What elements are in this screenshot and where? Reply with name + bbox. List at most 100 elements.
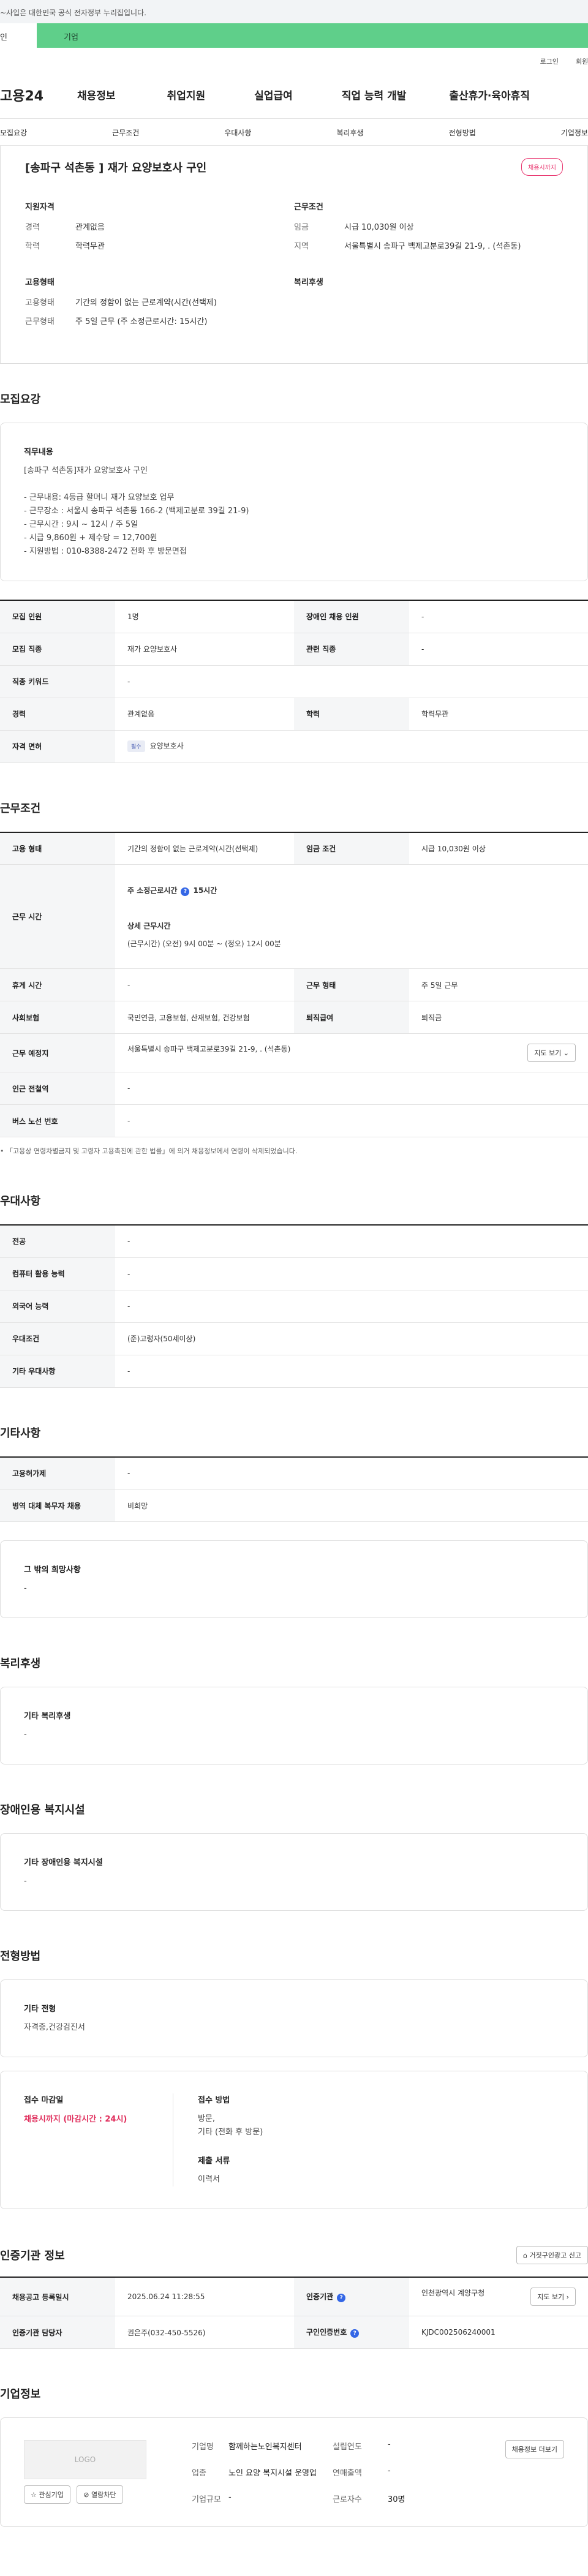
user-type-tabs: 인 기업 — [0, 23, 588, 48]
company-key: 연매출액 — [333, 2469, 362, 2478]
company-key: 기업규모 — [192, 2495, 221, 2504]
required-tag: 필수 — [127, 740, 145, 752]
table-value: (준)고령자(50세이상) — [115, 1322, 588, 1355]
cert-header: 인증기관 정보 ⌂ 거짓구인광고 신고 — [0, 2209, 588, 2277]
table-row: 고용허가제 - — [0, 1456, 588, 1489]
table-row: 고용 형태 기간의 정함이 없는 근로계약(시간(선택제) 임금 조건 시급 10,0… — [0, 832, 588, 865]
deadline-value: 채용시까지 (마감시간 : 24시) — [24, 2115, 127, 2124]
deadline-heading: 접수 마감일 — [24, 2096, 64, 2105]
detail-hours-heading: 상세 근무시간 — [127, 921, 171, 930]
table-value: 권은주(032-450-5526) — [115, 2316, 294, 2349]
table-key: 인증기관 담당자 — [0, 2316, 115, 2349]
company-key: 근로자수 — [333, 2495, 362, 2504]
favorite-company-button[interactable]: ☆ 관심기업 — [24, 2485, 70, 2504]
subnav-screening[interactable]: 전형방법 — [449, 127, 476, 145]
table-value: 학력무관 — [409, 698, 588, 731]
company-key: 설립연도 — [333, 2442, 362, 2452]
card-heading: 직무내용 — [24, 448, 53, 457]
menu-employment-support[interactable]: 취업지원 — [167, 87, 206, 102]
table-key: 컴퓨터 활용 능력 — [0, 1257, 115, 1290]
agency-map-button[interactable]: 지도 보기 › — [530, 2288, 576, 2306]
table-key: 장애인 채용 인원 — [294, 600, 409, 633]
docs-value: 이력서 — [198, 2175, 220, 2184]
license-value: 요양보호사 — [149, 742, 184, 750]
work-place-value: 서울특별시 송파구 백제고분로39길 21-9, . (석촌동) — [127, 1045, 291, 1053]
card-heading: 그 밖의 희망사항 — [24, 1565, 81, 1575]
table-value: 관계없음 — [115, 698, 294, 731]
other-wishes-card: 그 밖의 희망사항 - — [0, 1540, 588, 1618]
subnav-benefit[interactable]: 복리후생 — [336, 127, 363, 145]
weekly-hours-value: 15시간 — [193, 886, 217, 895]
table-value: - — [115, 665, 588, 698]
table-value: 비희망 — [115, 1489, 588, 1522]
section-title-etc: 기타사항 — [0, 1426, 41, 1440]
table-value: 퇴직금 — [409, 1001, 588, 1034]
info-icon[interactable]: ? — [337, 2294, 346, 2302]
subnav-recruit[interactable]: 모집요강 — [0, 127, 27, 145]
menu-parental-leave[interactable]: 출산휴가·육아휴직 — [449, 87, 530, 102]
table-key: 전공 — [0, 1225, 115, 1258]
table-value: - — [115, 1355, 588, 1388]
table-value: - — [115, 1456, 588, 1489]
job-title: [송파구 석촌동 ] 재가 요양보호사 구인 — [25, 161, 207, 175]
summary-heading: 고용형태 — [25, 278, 55, 287]
login-link[interactable]: 로그인 — [540, 56, 559, 71]
company-card: LOGO ☆ 관심기업 ⊘ 열람차단 기업명 함께하는노인복지센터 설립연도 - 업… — [0, 2417, 588, 2527]
table-row: 휴게 시간 - 근무 형태 주 5일 근무 — [0, 968, 588, 1001]
menu-jobs[interactable]: 채용정보 — [77, 87, 116, 102]
menu-training[interactable]: 직업 능력 개발 — [342, 87, 407, 102]
table-key: 모집 인원 — [0, 600, 115, 633]
method-heading: 접수 방법 — [198, 2096, 230, 2105]
table-row: 컴퓨터 활용 능력 - — [0, 1257, 588, 1290]
company-value: - — [388, 2440, 391, 2449]
table-value: - — [115, 1104, 588, 1137]
tab-personal[interactable]: 인 — [0, 23, 37, 48]
subnav-company[interactable]: 기업정보 — [561, 127, 588, 145]
table-value: - — [409, 600, 588, 633]
signup-link[interactable]: 회원 — [576, 56, 588, 71]
table-key: 근무 시간 — [0, 864, 115, 969]
info-icon[interactable]: ? — [350, 2329, 360, 2338]
company-key: 기업명 — [192, 2442, 214, 2452]
agency-name: 인천광역시 계양구청 — [421, 2289, 485, 2297]
company-value: - — [388, 2466, 391, 2476]
application-card: 접수 마감일 채용시까지 (마감시간 : 24시) 접수 방법 방문, 기타 (… — [0, 2071, 588, 2209]
card-body: - — [24, 1584, 27, 1593]
pref-table: 전공 - 컴퓨터 활용 능력 - 외국어 능력 - 우대조건 (준)고령자(50세이상)… — [0, 1224, 588, 1388]
table-value: 필수 요양보호사 — [115, 730, 588, 763]
site-logo[interactable]: 고용24 — [0, 85, 77, 105]
card-body: - — [24, 1730, 27, 1739]
table-value: KJDC002506240001 — [409, 2316, 588, 2349]
card-heading: 기타 복리후생 — [24, 1712, 71, 1721]
table-row: 기타 우대사항 - — [0, 1355, 588, 1388]
summary-value: 학력무관 — [75, 242, 105, 251]
summary-heading: 복리후생 — [294, 278, 323, 287]
summary-value: 주 5일 근무 (주 소정근로시간: 15시간) — [75, 317, 208, 326]
job-description-card: 직무내용 [송파구 석촌동]재가 요양보호사 구인 - 근무내용: 4등급 할머… — [0, 423, 588, 581]
deadline-badge: 채용시까지 — [521, 158, 563, 176]
section-subnav: 모집요강 근무조건 우대사항 복리후생 전형방법 기업정보 — [0, 119, 588, 146]
table-row: 모집 인원 1명 장애인 채용 인원 - — [0, 600, 588, 633]
subnav-pref[interactable]: 우대사항 — [224, 127, 251, 145]
table-value: - — [115, 1257, 588, 1290]
table-row: 병역 대체 복무자 채용 비희망 — [0, 1489, 588, 1522]
map-view-button[interactable]: 지도 보기 ⌄ — [527, 1044, 576, 1062]
block-company-button[interactable]: ⊘ 열람차단 — [77, 2485, 123, 2504]
info-icon[interactable]: ? — [181, 887, 190, 896]
report-fake-ad-button[interactable]: ⌂ 거짓구인광고 신고 — [516, 2246, 588, 2264]
table-row: 모집 직종 재가 요양보호사 관련 직종 - — [0, 633, 588, 666]
subnav-work[interactable]: 근무조건 — [112, 127, 139, 145]
company-value: 노인 요양 복지시설 운영업 — [228, 2469, 317, 2478]
table-key: 사회보험 — [0, 1001, 115, 1034]
table-row: 자격 면허 필수 요양보호사 — [0, 730, 588, 763]
company-jobs-button[interactable]: 채용정보 더보기 — [505, 2440, 564, 2458]
section-title-disabled: 장애인용 복지시설 — [0, 1804, 85, 1817]
table-key: 외국어 능력 — [0, 1290, 115, 1323]
table-value: 재가 요양보호사 — [115, 633, 294, 666]
summary-value: 기간의 정함이 없는 근로계약(시간(선택제) — [75, 298, 217, 307]
menu-unemployment[interactable]: 실업급여 — [254, 87, 293, 102]
summary-key: 임금 — [294, 223, 309, 232]
tab-company[interactable]: 기업 — [37, 23, 588, 48]
recruit-table: 모집 인원 1명 장애인 채용 인원 - 모집 직종 재가 요양보호사 관련 직종 - 직종… — [0, 600, 588, 763]
summary-key: 경력 — [25, 223, 40, 232]
